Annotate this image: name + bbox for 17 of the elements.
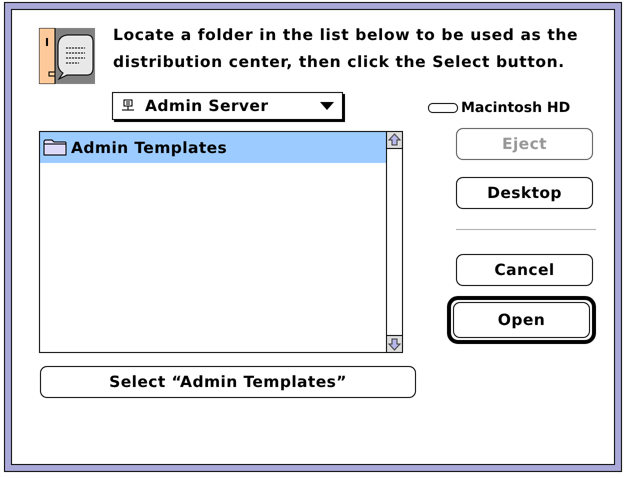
- location-popup[interactable]: Admin Server: [112, 92, 343, 120]
- file-list[interactable]: Admin Templates: [39, 131, 403, 353]
- volume-name: Macintosh HD: [461, 100, 570, 116]
- scrollbar[interactable]: [386, 132, 402, 352]
- dropdown-arrow-icon: [320, 102, 334, 110]
- dialog-button[interactable]: Cancel: [456, 254, 593, 286]
- scroll-down-icon[interactable]: [387, 335, 402, 352]
- folder-row[interactable]: Admin Templates: [40, 132, 386, 163]
- folder-icon: [43, 139, 67, 156]
- select-button[interactable]: Select “Admin Templates”: [40, 366, 416, 398]
- drive-icon: [428, 103, 458, 113]
- person-speech-icon: [39, 28, 95, 84]
- scroll-up-icon[interactable]: [387, 132, 402, 149]
- dialog-message: Locate a folder in the list below to be used as the distribution center, then click the Select button.: [113, 25, 580, 73]
- dialog-button[interactable]: Desktop: [456, 177, 593, 209]
- server-icon: [121, 99, 137, 113]
- dialog-button[interactable]: Open: [453, 302, 590, 338]
